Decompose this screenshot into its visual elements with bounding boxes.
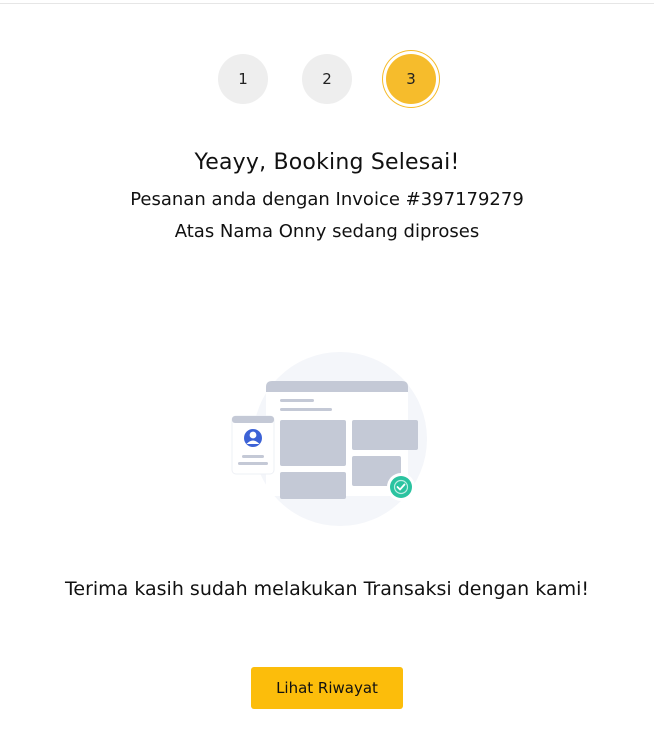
confirmation-title: Yeayy, Booking Selesai! <box>194 150 460 175</box>
step-3-active: 3 <box>386 54 436 104</box>
progress-steps: 1 2 3 <box>0 54 654 104</box>
user-profile-icon <box>231 415 275 475</box>
top-divider <box>0 3 654 4</box>
customer-status-text: Atas Nama Onny sedang diproses <box>174 221 480 242</box>
browser-window-icon <box>231 352 427 526</box>
booking-success-illustration <box>226 346 432 536</box>
view-history-button[interactable]: Lihat Riwayat <box>251 667 403 709</box>
invoice-text: Pesanan anda dengan Invoice #397179279 <box>130 189 524 210</box>
step-1: 1 <box>218 54 268 104</box>
check-badge-icon <box>387 473 415 501</box>
step-2: 2 <box>302 54 352 104</box>
thank-you-message: Terima kasih sudah melakukan Transaksi d… <box>65 578 589 600</box>
